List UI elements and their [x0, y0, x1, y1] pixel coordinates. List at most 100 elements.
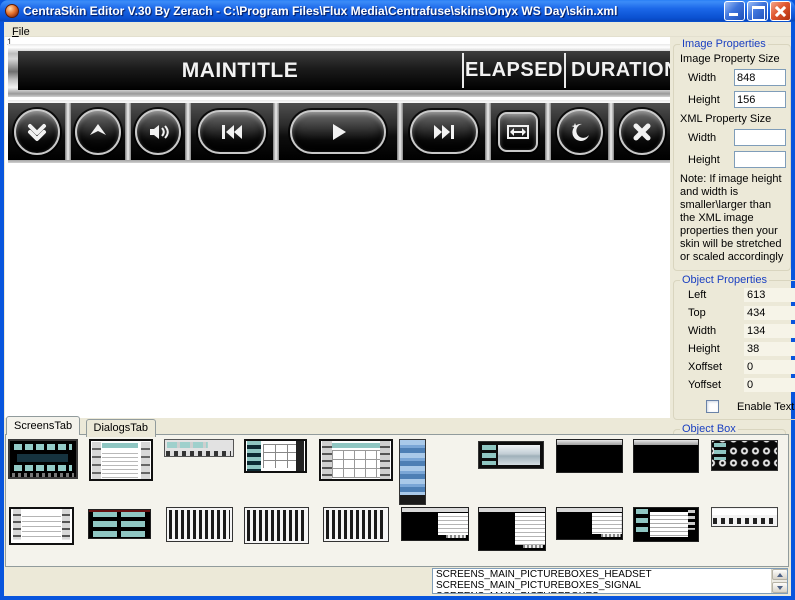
list-item[interactable]: SCREENS_MAIN_PICTUREBOXES_HEADSET [433, 569, 787, 580]
scroll-down-button[interactable] [772, 582, 788, 593]
arrow-up-icon [777, 570, 783, 577]
xml-width-label: Width [688, 132, 734, 144]
tab-screens[interactable]: ScreensTab [6, 416, 80, 435]
thumbnail-list-screen[interactable] [89, 439, 153, 481]
skin-duration-label: DURATION [571, 59, 670, 82]
tab-dialogs[interactable]: DialogsTab [86, 419, 156, 437]
thumbnail-split-list-screen[interactable] [401, 507, 469, 541]
skin-titlebar-inner: MAINTITLE ELAPSED DURATION [18, 51, 670, 90]
window-titlebar[interactable]: CentraSkin Editor V.30 By Zerach - C:\Pr… [0, 0, 795, 22]
moon-star-icon [568, 120, 592, 144]
skin-canvas[interactable]: 1 MAINTITLE ELAPSED DURATION [5, 37, 670, 418]
skin-button-cell [279, 103, 397, 160]
xml-object-listbox[interactable]: SCREENS_MAIN_PICTUREBOXES_HEADSET SCREEN… [432, 568, 788, 594]
listbox-scrollbar[interactable] [771, 569, 787, 593]
skin-volume-button[interactable] [135, 109, 181, 155]
arrow-up-icon [86, 120, 110, 144]
properties-panel: Image Properties Image Property Size Wid… [671, 37, 789, 433]
app-window: CentraSkin Editor V.30 By Zerach - C:\Pr… [0, 0, 795, 600]
previous-track-icon [219, 121, 245, 143]
list-item[interactable]: SCREENS_MAIN_PICTUREBOXES_SIGNAL [433, 580, 787, 591]
skin-button-cell [491, 103, 545, 160]
screens-tab-content [5, 434, 789, 567]
thumbnail-video-screen-2[interactable] [633, 439, 699, 473]
skin-duration-section[interactable]: DURATION [566, 51, 670, 90]
thumbnail-split-list-screen-3[interactable] [556, 507, 623, 540]
thumbnail-status-bar-screen[interactable] [711, 507, 778, 527]
object-properties-header: Object Properties [680, 274, 769, 286]
thumbnail-media-player-screen[interactable] [8, 439, 78, 479]
xml-property-size-label: XML Property Size [680, 113, 786, 125]
image-width-input[interactable] [734, 69, 786, 86]
thumbnail-vertical-menu-screen[interactable] [399, 439, 426, 505]
list-item-partial[interactable]: SCREENS_MAIN_PICTUREBOXES_ [433, 591, 787, 594]
thumbnail-toolbar-screen[interactable] [164, 439, 234, 457]
thumbnail-video-screen[interactable] [556, 439, 623, 473]
enable-text-label: Enable Text [737, 401, 794, 413]
thumbnail-equalizer-screen[interactable] [166, 507, 233, 542]
skin-preview-titlebar[interactable]: MAINTITLE ELAPSED DURATION [8, 44, 670, 97]
object-top-value: 434 [744, 306, 795, 320]
skin-close-button[interactable] [619, 109, 665, 155]
image-properties-header: Image Properties [680, 38, 768, 50]
skin-maintitle-label: MAINTITLE [182, 59, 298, 83]
image-height-input[interactable] [734, 91, 786, 108]
skin-play-button[interactable] [290, 110, 387, 154]
speaker-icon [146, 120, 170, 144]
object-width-label: Width [688, 325, 744, 337]
skin-elapsed-section[interactable]: ELAPSED [464, 51, 564, 90]
object-xoffset-label: Xoffset [688, 361, 744, 373]
skin-button-cell [71, 103, 125, 160]
thumbnail-equalizer-screen-2[interactable] [244, 507, 309, 544]
menu-bar: File [4, 22, 791, 37]
maximize-button[interactable] [747, 1, 768, 21]
skin-previous-track-button[interactable] [198, 110, 265, 154]
window-controls [724, 1, 791, 21]
thumbnail-playlist-screen[interactable] [9, 507, 74, 545]
app-icon [5, 4, 19, 18]
xml-width-input[interactable] [734, 129, 786, 146]
xml-height-input[interactable] [734, 151, 786, 168]
skin-night-mode-button[interactable] [557, 109, 603, 155]
skin-next-track-button[interactable] [410, 110, 477, 154]
arrow-down-icon [777, 586, 783, 593]
skin-nav-up-button[interactable] [75, 109, 121, 155]
scroll-up-button[interactable] [772, 569, 788, 580]
thumbnail-split-list-screen-2[interactable] [478, 507, 546, 551]
thumbnail-keypad-grid-screen[interactable] [244, 439, 307, 473]
object-yoffset-value: 0 [744, 378, 795, 392]
close-button[interactable] [770, 1, 791, 21]
object-yoffset-label: Yoffset [688, 379, 744, 391]
client-area: File 1 MAINTITLE ELAPSED DURATION [4, 22, 791, 596]
skin-preview-buttonbar [8, 100, 670, 163]
skin-elapsed-label: ELAPSED [465, 59, 563, 82]
skin-maintitle-section[interactable]: MAINTITLE [18, 51, 462, 90]
chevron-down-icon [25, 120, 49, 144]
image-height-label: Height [688, 94, 734, 106]
thumbnail-settings-panel-screen[interactable] [478, 441, 544, 469]
thumbnail-button-pad-screen[interactable] [711, 440, 778, 471]
thumbnail-equalizer-screen-3[interactable] [323, 507, 389, 542]
object-left-value: 613 [744, 288, 795, 302]
thumbnail-list-box-screen[interactable] [633, 507, 699, 542]
window-title: CentraSkin Editor V.30 By Zerach - C:\Pr… [23, 4, 724, 18]
image-property-size-label: Image Property Size [680, 53, 786, 65]
skin-nav-down-button[interactable] [14, 109, 60, 155]
object-width-value: 134 [744, 324, 795, 338]
object-height-label: Height [688, 343, 744, 355]
thumbnail-grid-screen[interactable] [319, 439, 393, 481]
next-track-icon [431, 121, 457, 143]
thumbnail-mixer-screen[interactable] [88, 509, 151, 539]
resize-horizontal-icon [505, 120, 531, 144]
play-icon [327, 121, 349, 143]
minimize-button[interactable] [724, 1, 745, 21]
skin-button-cell [614, 103, 670, 160]
skin-button-cell [191, 103, 273, 160]
skin-button-cell [8, 103, 65, 160]
enable-text-checkbox[interactable] [706, 400, 719, 413]
skin-button-cell [131, 103, 185, 160]
object-xoffset-value: 0 [744, 360, 795, 374]
object-left-label: Left [688, 289, 744, 301]
skin-aspect-resize-button[interactable] [498, 112, 538, 152]
object-top-label: Top [688, 307, 744, 319]
